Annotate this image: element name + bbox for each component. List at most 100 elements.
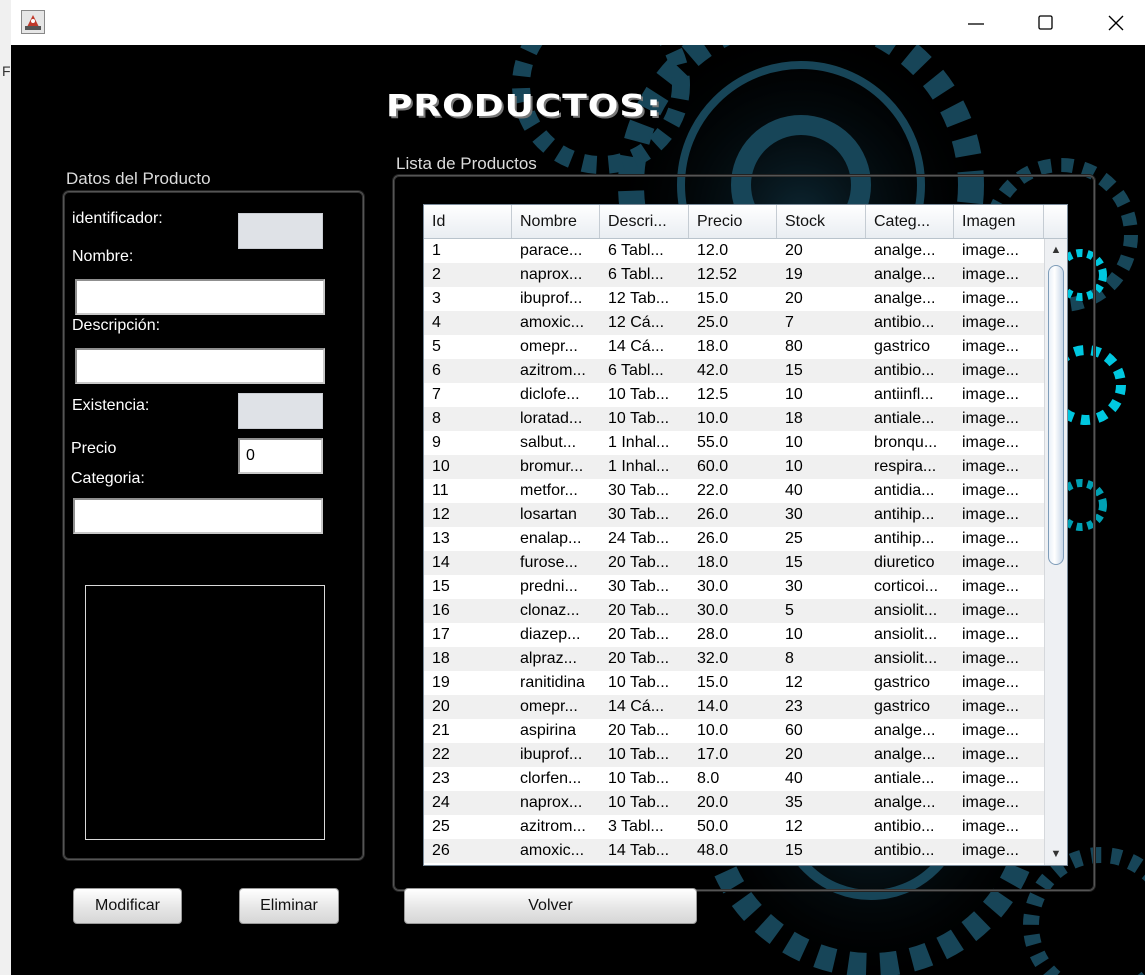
table-cell[interactable]: 19 — [777, 263, 866, 287]
minimize-button[interactable] — [941, 0, 1011, 45]
table-cell[interactable]: image... — [954, 551, 1044, 575]
table-cell[interactable]: ansiolit... — [866, 647, 954, 671]
table-cell[interactable]: image... — [954, 335, 1044, 359]
table-cell[interactable]: 26 — [424, 839, 512, 863]
table-row[interactable]: 2 naprox... 6 Tabl... 12.52 19 analge... image… — [424, 263, 1044, 287]
table-cell[interactable]: image... — [954, 239, 1044, 263]
table-cell[interactable]: image... — [954, 599, 1044, 623]
table-cell[interactable]: 8.0 — [689, 767, 777, 791]
table-cell[interactable]: 13 — [424, 527, 512, 551]
table-cell[interactable]: alpraz... — [512, 647, 600, 671]
table-cell[interactable]: 12.5 — [689, 383, 777, 407]
table-cell[interactable]: image... — [954, 791, 1044, 815]
table-row[interactable]: 3 ibuprof... 12 Tab... 15.0 20 analge... image… — [424, 287, 1044, 311]
table-cell[interactable]: 8 — [777, 647, 866, 671]
table-cell[interactable]: 10 — [777, 623, 866, 647]
table-cell[interactable]: 6 — [424, 359, 512, 383]
table-cell[interactable]: azitrom... — [512, 359, 600, 383]
table-cell[interactable]: image... — [954, 695, 1044, 719]
table-row[interactable]: 23 clorfen... 10 Tab... 8.0 40 antiale... imag… — [424, 767, 1044, 791]
table-cell[interactable]: 6 Tabl... — [600, 239, 689, 263]
table-cell[interactable]: 20 — [777, 239, 866, 263]
table-cell[interactable]: corticoi... — [866, 575, 954, 599]
table-row[interactable]: 26 amoxic... 14 Tab... 48.0 15 antibio... imag… — [424, 839, 1044, 863]
table-cell[interactable]: 10 Tab... — [600, 383, 689, 407]
table-cell[interactable]: 23 — [424, 767, 512, 791]
table-cell[interactable]: 2 — [424, 263, 512, 287]
table-cell[interactable]: salbut... — [512, 431, 600, 455]
table-cell[interactable]: antiale... — [866, 767, 954, 791]
table-cell[interactable]: antidia... — [866, 479, 954, 503]
table-cell[interactable]: antiale... — [866, 407, 954, 431]
table-cell[interactable]: 14 Tab... — [600, 839, 689, 863]
table-cell[interactable]: 1 — [424, 239, 512, 263]
identificador-field[interactable] — [238, 213, 323, 249]
table-cell[interactable]: 10 — [777, 383, 866, 407]
table-cell[interactable]: 20 Tab... — [600, 647, 689, 671]
table-cell[interactable]: 14 Cá... — [600, 695, 689, 719]
table-cell[interactable]: 15 — [424, 575, 512, 599]
table-cell[interactable]: 14 — [424, 551, 512, 575]
table-cell[interactable]: metfor... — [512, 479, 600, 503]
column-header[interactable]: Descri... — [600, 205, 689, 238]
vertical-scrollbar[interactable]: ▲ ▼ — [1044, 239, 1067, 865]
table-cell[interactable]: gastrico — [866, 695, 954, 719]
table-cell[interactable]: 17.0 — [689, 743, 777, 767]
table-cell[interactable]: 30.0 — [689, 599, 777, 623]
table-cell[interactable]: azitrom... — [512, 815, 600, 839]
table-cell[interactable]: 18 — [777, 407, 866, 431]
table-cell[interactable]: antihip... — [866, 527, 954, 551]
table-cell[interactable]: 18.0 — [689, 335, 777, 359]
table-cell[interactable]: image... — [954, 287, 1044, 311]
table-cell[interactable]: furose... — [512, 551, 600, 575]
column-header[interactable]: Stock — [777, 205, 866, 238]
table-body[interactable]: 1 parace... 6 Tabl... 12.0 20 analge... image.… — [424, 239, 1044, 863]
table-cell[interactable]: 20 — [777, 287, 866, 311]
table-cell[interactable]: image... — [954, 575, 1044, 599]
precio-field[interactable] — [238, 438, 323, 474]
modificar-button[interactable]: Modificar — [73, 888, 182, 924]
table-cell[interactable]: 50.0 — [689, 815, 777, 839]
column-header[interactable]: Categ... — [866, 205, 954, 238]
table-cell[interactable]: 20 Tab... — [600, 551, 689, 575]
table-cell[interactable]: 10.0 — [689, 719, 777, 743]
table-cell[interactable]: aspirina — [512, 719, 600, 743]
table-cell[interactable]: antiinfl... — [866, 383, 954, 407]
table-cell[interactable]: 1 Inhal... — [600, 455, 689, 479]
table-cell[interactable]: 10 Tab... — [600, 791, 689, 815]
table-cell[interactable]: 10 Tab... — [600, 407, 689, 431]
table-cell[interactable]: image... — [954, 263, 1044, 287]
table-cell[interactable]: 17 — [424, 623, 512, 647]
table-row[interactable]: 13 enalap... 24 Tab... 26.0 25 antihip... imag… — [424, 527, 1044, 551]
table-cell[interactable]: image... — [954, 719, 1044, 743]
table-cell[interactable]: 10 — [777, 431, 866, 455]
table-cell[interactable]: analge... — [866, 239, 954, 263]
table-cell[interactable]: image... — [954, 503, 1044, 527]
table-cell[interactable]: image... — [954, 815, 1044, 839]
table-cell[interactable]: 10 — [777, 455, 866, 479]
table-cell[interactable]: analge... — [866, 743, 954, 767]
table-row[interactable]: 19 ranitidina 10 Tab... 15.0 12 gastrico image… — [424, 671, 1044, 695]
table-cell[interactable]: 60 — [777, 719, 866, 743]
table-cell[interactable]: 6 Tabl... — [600, 359, 689, 383]
table-cell[interactable]: bronqu... — [866, 431, 954, 455]
table-cell[interactable]: 15 — [777, 839, 866, 863]
table-row[interactable]: 6 azitrom... 6 Tabl... 42.0 15 antibio... imag… — [424, 359, 1044, 383]
table-cell[interactable]: antibio... — [866, 839, 954, 863]
table-row[interactable]: 1 parace... 6 Tabl... 12.0 20 analge... image.… — [424, 239, 1044, 263]
table-cell[interactable]: image... — [954, 479, 1044, 503]
table-cell[interactable]: 15 — [777, 551, 866, 575]
table-cell[interactable]: 4 — [424, 311, 512, 335]
table-row[interactable]: 10 bromur... 1 Inhal... 60.0 10 respira... ima… — [424, 455, 1044, 479]
table-cell[interactable]: gastrico — [866, 671, 954, 695]
table-cell[interactable]: 12 — [777, 815, 866, 839]
table-cell[interactable]: 15.0 — [689, 287, 777, 311]
table-cell[interactable]: 42.0 — [689, 359, 777, 383]
table-row[interactable]: 21 aspirina 20 Tab... 10.0 60 analge... image.… — [424, 719, 1044, 743]
table-cell[interactable]: 20 Tab... — [600, 719, 689, 743]
table-cell[interactable]: 15 — [777, 359, 866, 383]
table-cell[interactable]: image... — [954, 647, 1044, 671]
table-cell[interactable]: 30 — [777, 575, 866, 599]
table-cell[interactable]: 28.0 — [689, 623, 777, 647]
table-cell[interactable]: image... — [954, 623, 1044, 647]
